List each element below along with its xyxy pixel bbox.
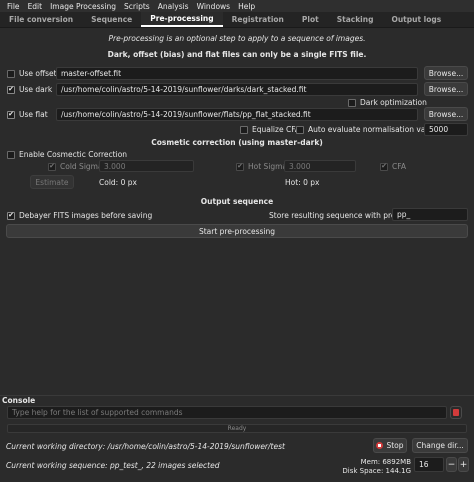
prefix-field[interactable]: pp_ xyxy=(392,208,468,221)
hot-px-text: Hot: 0 px xyxy=(285,178,320,187)
disk-space-text: Disk Space: 144.1G xyxy=(342,467,411,475)
output-title: Output sequence xyxy=(200,197,274,206)
flat-checkbox[interactable]: ✔ xyxy=(7,110,15,119)
console-input[interactable]: Type help for the list of supported comm… xyxy=(7,406,447,419)
tab-pre-processing[interactable]: Pre-processing xyxy=(141,12,223,27)
cosmetic-enable-label: Enable Cosmectic Correction xyxy=(19,150,128,159)
offset-label: Use offset xyxy=(19,69,57,78)
dark-browse-button[interactable]: Browse... xyxy=(424,82,468,96)
cold-sigma-row[interactable]: ✔ Cold Sigma: xyxy=(48,162,105,171)
cosmetic-title: Cosmetic correction (using master-dark) xyxy=(151,138,323,147)
equalize-cfa-row[interactable]: Equalize CFA xyxy=(240,125,300,134)
tab-output-logs[interactable]: Output logs xyxy=(382,12,450,27)
status-text: Ready xyxy=(227,425,247,432)
flat-browse-button[interactable]: Browse... xyxy=(424,107,468,121)
flat-path-field[interactable]: /usr/home/colin/astro/5-14-2019/sunflowe… xyxy=(56,108,418,121)
cwd-text: Current working directory: /usr/home/col… xyxy=(6,442,285,451)
status-bar: Ready xyxy=(7,424,467,433)
tab-sequence[interactable]: Sequence xyxy=(82,12,141,27)
hot-sigma-checkbox[interactable]: ✔ xyxy=(236,162,244,171)
auto-norm-checkbox[interactable] xyxy=(296,125,304,134)
equalize-cfa-label: Equalize CFA xyxy=(252,125,300,134)
dark-optimization-checkbox[interactable] xyxy=(348,98,356,107)
stop-label: Stop xyxy=(386,441,404,450)
cosmetic-enable-checkbox[interactable] xyxy=(7,150,15,159)
console-separator xyxy=(0,395,474,396)
auto-norm-label: Auto evaluate normalisation value xyxy=(308,125,437,134)
offset-checkbox-row[interactable]: Use offset xyxy=(7,69,57,78)
offset-path-field[interactable]: master-offset.fit xyxy=(56,67,418,80)
dark-optimization-row[interactable]: Dark optimization xyxy=(348,98,427,107)
mem-text: Mem: 6892MB xyxy=(360,458,411,466)
menu-scripts[interactable]: Scripts xyxy=(120,2,154,11)
threads-increment-button[interactable]: + xyxy=(458,457,469,472)
flat-label: Use flat xyxy=(19,110,48,119)
menu-image-processing[interactable]: Image Processing xyxy=(46,2,120,11)
cfa-label: CFA xyxy=(392,162,406,171)
minus-icon: − xyxy=(447,459,456,470)
dark-path-field[interactable]: /usr/home/colin/astro/5-14-2019/sunflowe… xyxy=(56,83,418,96)
offset-browse-button[interactable]: Browse... xyxy=(424,66,468,80)
files-heading: Dark, offset (bias) and flat files can o… xyxy=(107,50,367,59)
tab-file-conversion[interactable]: File conversion xyxy=(0,12,82,27)
hot-sigma-spinner[interactable]: 3.000 xyxy=(284,160,356,172)
tab-stacking[interactable]: Stacking xyxy=(328,12,383,27)
change-dir-button[interactable]: Change dir... xyxy=(412,438,468,453)
tab-registration[interactable]: Registration xyxy=(223,12,293,27)
menu-help[interactable]: Help xyxy=(234,2,259,11)
dark-checkbox-row[interactable]: ✔ Use dark xyxy=(7,85,52,94)
cold-px-text: Cold: 0 px xyxy=(99,178,137,187)
menu-bar: File Edit Image Processing Scripts Analy… xyxy=(0,0,474,12)
equalize-cfa-checkbox[interactable] xyxy=(240,125,248,134)
hot-sigma-row[interactable]: ✔ Hot Sigma: xyxy=(236,162,290,171)
plus-icon: + xyxy=(459,459,468,470)
menu-windows[interactable]: Windows xyxy=(193,2,234,11)
clear-console-button[interactable] xyxy=(450,406,462,419)
debayer-row[interactable]: ✔ Debayer FITS images before saving xyxy=(7,211,152,220)
cws-text: Current working sequence: pp_test_, 22 i… xyxy=(6,461,220,470)
stop-button[interactable]: Stop xyxy=(373,438,407,453)
prefix-label: Store resulting sequence with prefix: xyxy=(269,211,408,220)
clear-icon xyxy=(453,409,459,416)
cold-sigma-spinner[interactable]: 3.000 xyxy=(99,160,194,172)
menu-analysis[interactable]: Analysis xyxy=(154,2,193,11)
flat-checkbox-row[interactable]: ✔ Use flat xyxy=(7,110,48,119)
auto-norm-row[interactable]: Auto evaluate normalisation value xyxy=(296,125,437,134)
estimate-button[interactable]: Estimate xyxy=(30,175,74,189)
intro-text: Pre-processing is an optional step to ap… xyxy=(108,34,366,43)
console-title: Console xyxy=(2,396,36,405)
cosmetic-enable-row[interactable]: Enable Cosmectic Correction xyxy=(7,150,127,159)
tab-plot[interactable]: Plot xyxy=(293,12,328,27)
debayer-checkbox[interactable]: ✔ xyxy=(7,211,15,220)
threads-decrement-button[interactable]: − xyxy=(446,457,457,472)
menu-file[interactable]: File xyxy=(3,2,24,11)
debayer-label: Debayer FITS images before saving xyxy=(19,211,153,220)
norm-value-field[interactable]: 5000 xyxy=(424,123,468,136)
cfa-checkbox[interactable]: ✔ xyxy=(380,162,388,171)
dark-checkbox[interactable]: ✔ xyxy=(7,85,15,94)
offset-checkbox[interactable] xyxy=(7,69,15,78)
tab-bar: File conversion Sequence Pre-processing … xyxy=(0,12,474,28)
start-preprocessing-button[interactable]: Start pre-processing xyxy=(6,224,468,238)
menu-edit[interactable]: Edit xyxy=(24,2,47,11)
cfa-row[interactable]: ✔ CFA xyxy=(380,162,406,171)
dark-label: Use dark xyxy=(19,85,53,94)
dark-optimization-label: Dark optimization xyxy=(360,98,427,107)
cold-sigma-checkbox[interactable]: ✔ xyxy=(48,162,56,171)
threads-spinner[interactable]: 16 xyxy=(414,457,444,472)
stop-icon xyxy=(376,442,384,449)
